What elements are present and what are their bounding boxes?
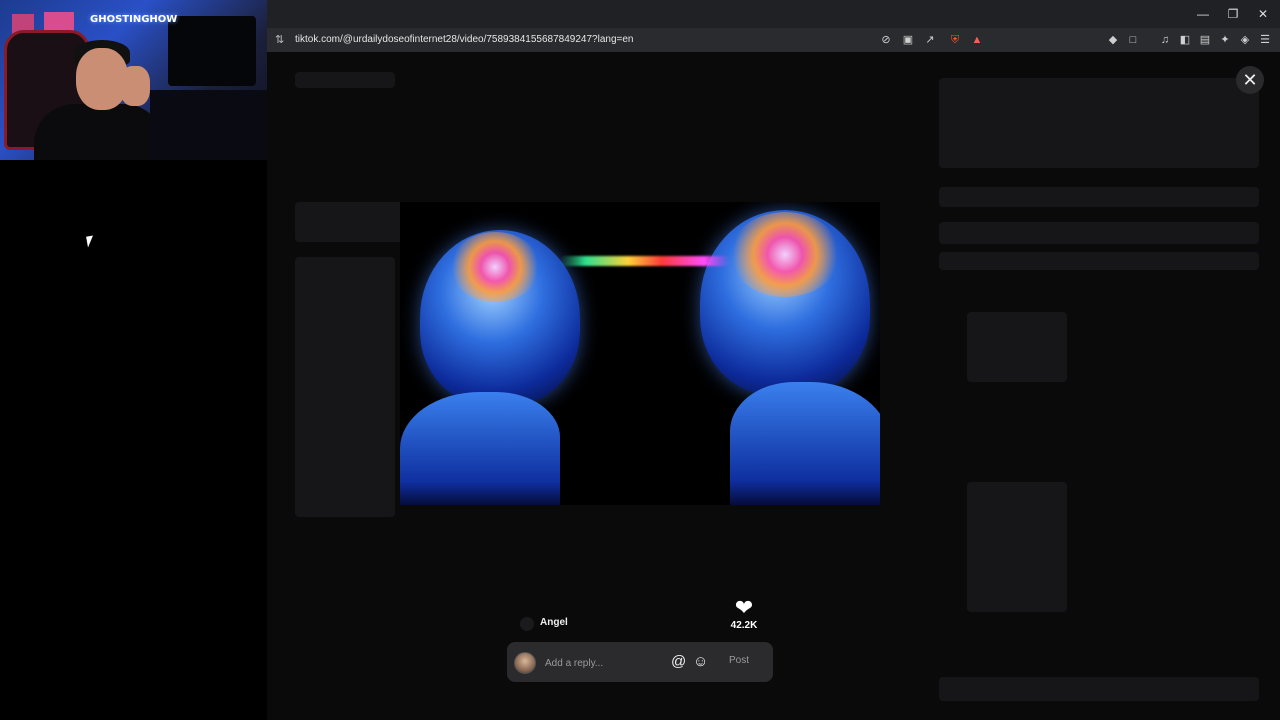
background-monitor bbox=[168, 16, 256, 86]
heart-icon[interactable]: ❤ bbox=[727, 597, 761, 619]
left-brain-glow bbox=[450, 232, 540, 302]
music-icon[interactable]: ♫ bbox=[1157, 32, 1173, 48]
dimmed-sidebar bbox=[295, 257, 395, 517]
dimmed-header bbox=[295, 72, 395, 88]
streamer-name-logo: GHOSTINGHOW bbox=[90, 14, 178, 25]
dimmed-actions bbox=[939, 187, 1259, 207]
left-shoulders bbox=[400, 392, 560, 505]
dimmed-comment-image bbox=[967, 482, 1067, 612]
site-info-icon[interactable]: ⇅ bbox=[275, 33, 289, 47]
desk bbox=[150, 90, 267, 160]
dimmed-comment-input bbox=[939, 677, 1259, 701]
dimmed-description bbox=[939, 78, 1259, 168]
mouse-cursor-icon bbox=[86, 235, 95, 248]
vpn-icon[interactable]: ◈ bbox=[1237, 32, 1253, 48]
dimmed-title bbox=[295, 202, 405, 242]
close-icon[interactable]: ✕ bbox=[1254, 5, 1272, 23]
restore-icon[interactable]: ❐ bbox=[1224, 5, 1242, 23]
browser-window: — ❐ ✕ ⇅ tiktok.com/@urdailydoseofinterne… bbox=[267, 0, 1280, 720]
menu-icon[interactable]: ☰ bbox=[1257, 32, 1273, 48]
tiktok-page: ✕ Angel ❤ 42.2K @ ☺ Post bbox=[267, 52, 1280, 720]
like-button[interactable]: ❤ 42.2K bbox=[727, 597, 761, 632]
rainbow-connection-beam bbox=[560, 256, 730, 266]
wallet-icon[interactable]: ▤ bbox=[1197, 32, 1213, 48]
dimmed-tabs bbox=[939, 252, 1259, 270]
close-modal-button[interactable]: ✕ bbox=[1236, 66, 1264, 94]
emoji-icon[interactable]: ☺ bbox=[693, 652, 708, 672]
reply-image[interactable] bbox=[400, 202, 880, 505]
extensions-icon[interactable]: ◆ bbox=[1105, 32, 1121, 48]
streamer-shirt bbox=[34, 104, 164, 160]
url-text[interactable]: tiktok.com/@urdailydoseofinternet28/vide… bbox=[295, 34, 633, 45]
cast-icon[interactable]: ▣ bbox=[900, 32, 916, 48]
mention-icon[interactable]: @ bbox=[671, 652, 686, 672]
post-button[interactable]: Post bbox=[729, 655, 749, 666]
address-bar[interactable]: ⇅ tiktok.com/@urdailydoseofinternet28/vi… bbox=[267, 28, 1280, 52]
share-icon[interactable]: ↗ bbox=[922, 32, 938, 48]
title-bar: — ❐ ✕ bbox=[267, 0, 1280, 28]
right-shoulders bbox=[730, 382, 880, 505]
like-count: 42.2K bbox=[730, 620, 758, 631]
reply-composer: @ ☺ Post bbox=[507, 642, 773, 682]
streamer-hand bbox=[120, 66, 150, 106]
brave-rewards-icon[interactable]: ▲ bbox=[969, 32, 985, 48]
screenshot-icon[interactable]: □ bbox=[1125, 32, 1141, 48]
avatar bbox=[514, 652, 536, 674]
right-brain-glow bbox=[730, 212, 840, 297]
reply-target-name: Angel bbox=[540, 617, 568, 628]
avatar bbox=[520, 617, 534, 631]
no-tracking-icon[interactable]: ⊘ bbox=[878, 32, 894, 48]
webcam-overlay: GHOSTINGHOW bbox=[0, 0, 267, 160]
brave-shield-icon[interactable]: ⛨ bbox=[947, 32, 963, 48]
dimmed-comment bbox=[967, 312, 1067, 382]
dimmed-link bbox=[939, 222, 1259, 244]
minimize-icon[interactable]: — bbox=[1194, 5, 1212, 23]
reply-input[interactable] bbox=[543, 652, 667, 674]
leo-ai-icon[interactable]: ✦ bbox=[1217, 32, 1233, 48]
sidebar-icon[interactable]: ◧ bbox=[1177, 32, 1193, 48]
